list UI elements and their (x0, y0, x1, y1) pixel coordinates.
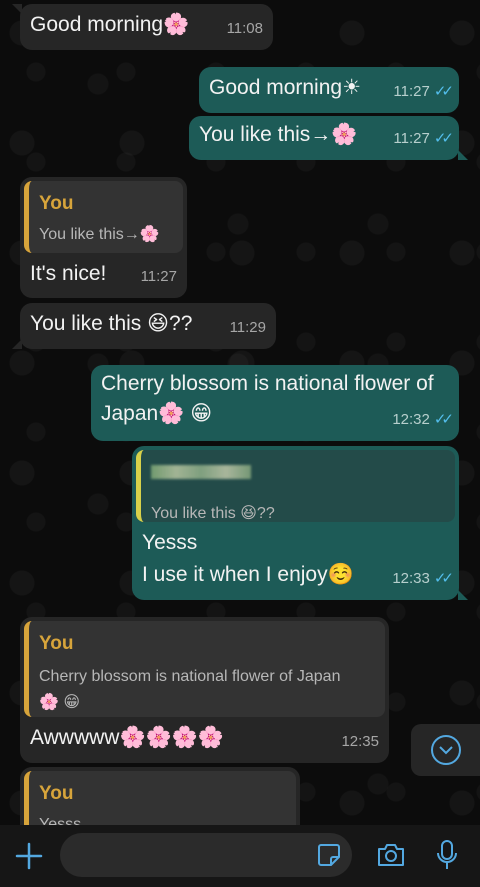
message-incoming[interactable]: Good morning🌸 11:08 (20, 4, 273, 50)
microphone-icon[interactable] (434, 839, 460, 871)
quote-text: Yesss (39, 816, 82, 825)
message-outgoing[interactable]: You like this→🌸 11:27 ✓✓ (189, 116, 459, 160)
bubble-tail (458, 150, 468, 160)
read-receipt-icon: ✓✓ (433, 411, 454, 428)
quote-text: You like this 😆?? (151, 505, 275, 522)
message-time: 12:33 ✓✓ (392, 570, 454, 587)
bubble-tail (458, 590, 468, 600)
sticker-icon[interactable] (316, 842, 342, 868)
read-receipt-icon: ✓✓ (433, 570, 454, 587)
message-input[interactable] (60, 833, 352, 877)
message-time: 11:27 ✓✓ (393, 130, 454, 147)
message-outgoing[interactable]: Good morning☀ 11:27 ✓✓ (199, 67, 459, 113)
message-text: Awwwww🌸🌸🌸🌸 (30, 726, 225, 749)
quoted-message[interactable]: You Yesss (24, 771, 296, 825)
bubble-tail (12, 4, 22, 14)
message-text: Good morning☀ (209, 76, 361, 99)
message-list[interactable]: Good morning🌸 11:08 Good morning☀ 11:27 ✓… (0, 0, 480, 825)
quote-author: You (39, 193, 74, 214)
message-outgoing-reply[interactable]: You like this 😆?? Yesss I use it when I … (132, 446, 459, 600)
message-text: You like this→🌸 (199, 123, 358, 146)
message-text-line: I use it when I enjoy☺️ (142, 563, 354, 586)
message-incoming[interactable]: You like this 😆?? 11:29 (20, 303, 276, 349)
message-text: You like this 😆?? (30, 312, 193, 335)
quote-author: You (39, 633, 74, 654)
message-text: It's nice! (30, 262, 107, 285)
quoted-message[interactable]: You You like this→🌸 (24, 181, 183, 253)
quoted-message[interactable]: You like this 😆?? (136, 450, 455, 522)
message-time: 11:29 (229, 319, 266, 336)
camera-icon[interactable] (376, 842, 406, 868)
message-time: 12:35 (341, 733, 379, 750)
message-text: Good morning🌸 (30, 13, 190, 36)
plus-icon[interactable] (14, 841, 44, 871)
quote-text: You like this→🌸 (39, 226, 160, 243)
message-incoming-reply[interactable]: You You like this→🌸 It's nice! 11:27 (20, 177, 187, 298)
read-receipt-icon: ✓✓ (433, 83, 454, 100)
quote-author: You (39, 783, 74, 804)
message-input-bar (0, 825, 480, 887)
scroll-to-bottom-button[interactable] (411, 724, 480, 776)
quote-emojis: 🌸 😁 (39, 694, 81, 711)
read-receipt-icon: ✓✓ (433, 130, 454, 147)
bubble-tail (12, 339, 22, 349)
message-outgoing[interactable]: Cherry blossom is national flower of Jap… (91, 365, 459, 441)
message-time: 12:32 ✓✓ (392, 411, 454, 428)
quote-text: Cherry blossom is national flower of Jap… (39, 668, 341, 685)
quote-author-blurred (151, 458, 445, 488)
quoted-message[interactable]: You Cherry blossom is national flower of… (24, 621, 385, 717)
message-text-line: Yesss (142, 531, 198, 554)
message-time: 11:27 (140, 268, 177, 285)
chevron-down-icon (431, 735, 461, 765)
message-time: 11:27 ✓✓ (393, 83, 454, 100)
message-incoming-reply[interactable]: You Yesss (20, 767, 300, 825)
message-incoming-reply[interactable]: You Cherry blossom is national flower of… (20, 617, 389, 763)
message-time: 11:08 (226, 20, 263, 37)
